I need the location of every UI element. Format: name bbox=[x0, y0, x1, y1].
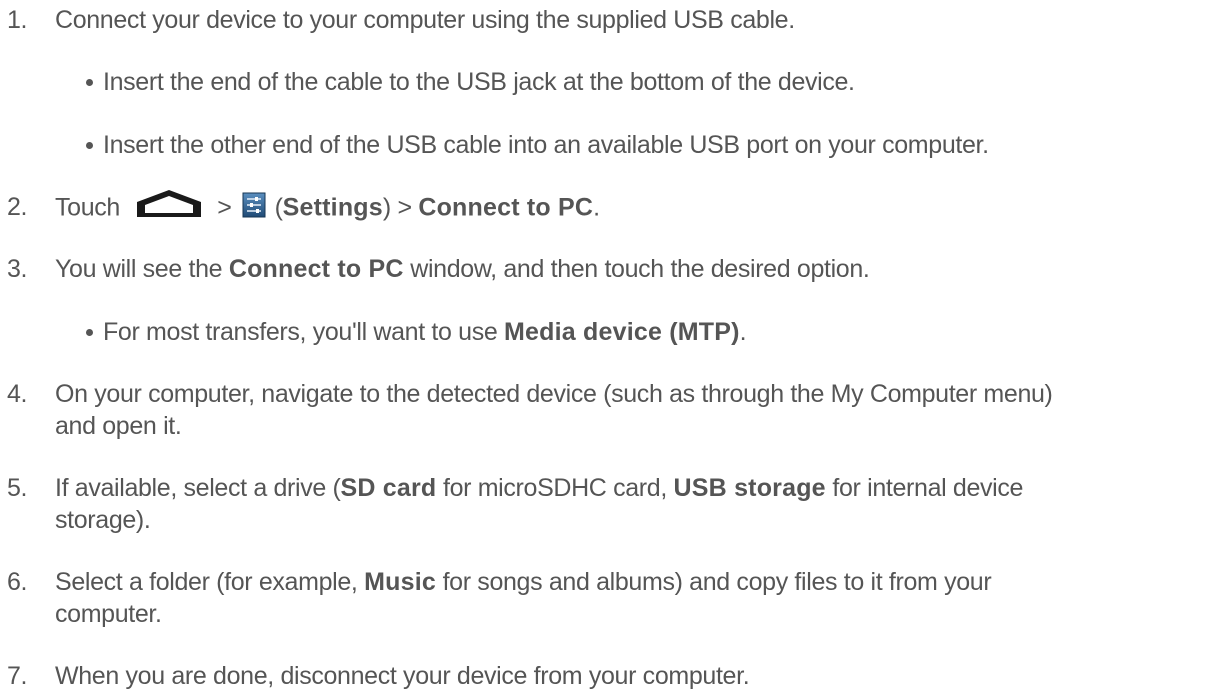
step-text: If available, select a drive (SD card fo… bbox=[55, 474, 1024, 502]
touch-text: Touch bbox=[55, 193, 120, 222]
paren-open: ( bbox=[274, 193, 283, 222]
step-text: and open it. bbox=[55, 412, 182, 440]
bullet-text: For most transfers, you'll want to use M… bbox=[103, 318, 747, 346]
step-number: 1. bbox=[7, 6, 28, 34]
bullet-icon bbox=[86, 329, 93, 336]
settings-label: Settings bbox=[282, 193, 383, 222]
step-text: Select a folder (for example, Music for … bbox=[55, 568, 992, 596]
step-number: 2. bbox=[7, 193, 28, 221]
instructions-document: 1. Connect your device to your computer … bbox=[0, 0, 1218, 696]
bullet-icon bbox=[86, 79, 93, 86]
bullet-text: Insert the end of the cable to the USB j… bbox=[103, 68, 855, 96]
step-text: storage). bbox=[55, 506, 151, 534]
settings-icon bbox=[242, 192, 266, 218]
separator: > bbox=[397, 193, 412, 222]
separator: > bbox=[217, 193, 232, 222]
step-text: computer. bbox=[55, 600, 162, 628]
home-icon bbox=[136, 190, 201, 217]
paren-close: ) bbox=[382, 193, 391, 222]
step-number: 4. bbox=[7, 380, 28, 408]
step-text: Touch > (Settings) > Connect to PC. bbox=[55, 190, 600, 226]
usb-storage-label: USB storage bbox=[673, 474, 826, 502]
connect-to-pc-label: Connect to PC bbox=[228, 255, 404, 283]
step-number: 5. bbox=[7, 474, 28, 502]
step-number: 3. bbox=[7, 255, 28, 283]
music-label: Music bbox=[364, 568, 436, 596]
period: . bbox=[593, 193, 600, 222]
media-device-label: Media device (MTP) bbox=[504, 318, 740, 346]
sd-card-label: SD card bbox=[340, 474, 437, 502]
step-text: You will see the Connect to PC window, a… bbox=[55, 255, 870, 283]
bullet-icon bbox=[86, 142, 93, 149]
step-text: Connect your device to your computer usi… bbox=[55, 6, 795, 34]
step-number: 6. bbox=[7, 568, 28, 596]
step-text: On your computer, navigate to the detect… bbox=[55, 380, 1053, 408]
step-number: 7. bbox=[7, 662, 28, 690]
connect-to-pc-label: Connect to PC bbox=[418, 193, 594, 222]
step-text: When you are done, disconnect your devic… bbox=[55, 662, 750, 690]
bullet-text: Insert the other end of the USB cable in… bbox=[103, 131, 989, 159]
